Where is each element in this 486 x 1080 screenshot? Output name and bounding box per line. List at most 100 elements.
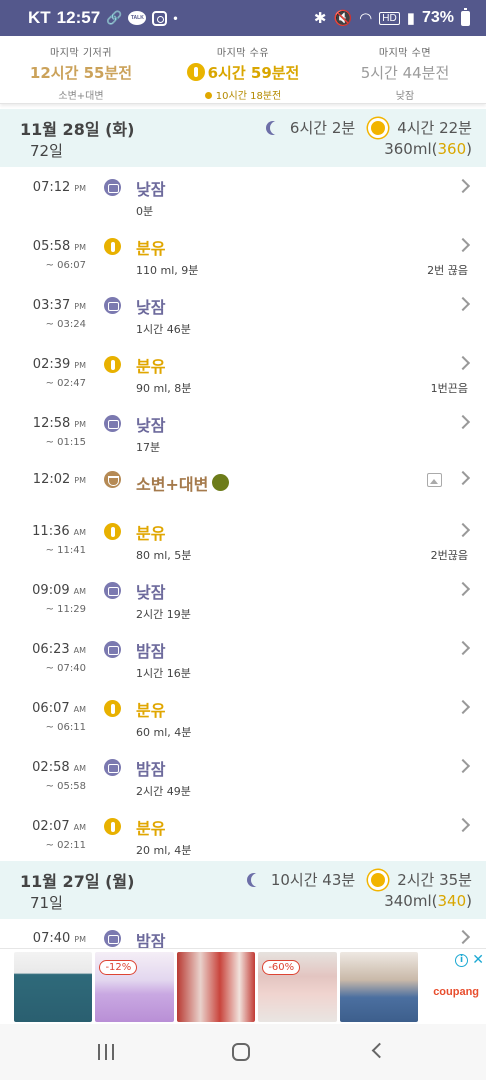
system-nav-bar	[0, 1024, 486, 1080]
start-time: 09:09	[32, 583, 70, 598]
end-time: ~ 02:11	[45, 840, 86, 851]
entry-detail: 2시간 19분	[136, 608, 191, 621]
start-time: 07:40	[32, 931, 71, 946]
end-time: ~ 06:11	[45, 722, 86, 733]
ampm: AM	[73, 646, 86, 655]
chevron-right-icon	[455, 817, 471, 833]
summary-feed-sub: 10시간 18분전	[215, 91, 282, 102]
end-time: ~ 01:15	[45, 437, 86, 448]
entry-note: 2번 끊음	[427, 264, 468, 277]
discount-badge: -12%	[99, 959, 138, 975]
chevron-right-icon	[455, 355, 471, 371]
entry-detail: 90 ml, 8분	[136, 382, 192, 395]
hd-icon: HD	[379, 11, 400, 25]
bottle-icon	[104, 700, 121, 717]
night-sleep-total: 6시간 2분	[289, 119, 356, 137]
instagram-icon	[152, 10, 168, 26]
end-time: ~ 11:29	[45, 604, 86, 615]
summary-sleep[interactable]: 마지막 수면 5시간 44분전 낮잠	[324, 36, 486, 103]
list-item[interactable]: 07:40 PM 밤잠	[0, 925, 486, 951]
entry-detail: 1시간 46분	[136, 323, 191, 336]
end-time: ~ 07:40	[45, 663, 86, 674]
entry-title: 밤잠	[136, 760, 166, 779]
list-item[interactable]: 02:39 PM ~ 02:47 분유 90 ml, 8분 1번끈음	[0, 347, 486, 406]
ad-product-image[interactable]	[339, 951, 419, 1022]
ampm: AM	[73, 764, 86, 773]
diaper-icon	[104, 471, 121, 488]
back-icon[interactable]	[371, 1042, 388, 1059]
ad-product-image[interactable]	[14, 951, 93, 1022]
day-sleep-summary: 10시간 43분 2시간 35분	[247, 869, 472, 890]
summary-sleep-value: 5시간 44분전	[360, 64, 450, 82]
day-sleep-total: 4시간 22분	[397, 119, 472, 137]
list-item[interactable]: 07:12 PM 낮잠 0분	[0, 170, 486, 229]
day-header: 11월 27일 (월) 71일 10시간 43분 2시간 35분 340ml(3…	[0, 861, 486, 919]
info-icon[interactable]: i	[455, 953, 469, 967]
bottle-icon	[104, 818, 121, 835]
day-ml-total: 340ml(340)	[384, 892, 472, 910]
sleep-icon	[104, 415, 121, 432]
ad-product-image[interactable]: -60%	[258, 951, 337, 1022]
list-item[interactable]: 09:09 AM ~ 11:29 낮잠 2시간 19분	[0, 573, 486, 632]
chevron-right-icon	[455, 237, 471, 253]
summary-sleep-label: 마지막 수면	[378, 48, 432, 59]
list-item[interactable]: 05:58 PM ~ 06:07 분유 110 ml, 9분 2번 끊음	[0, 229, 486, 288]
discount-badge: -60%	[262, 959, 301, 975]
start-time: 03:37	[32, 298, 71, 313]
entry-detail: 20 ml, 4분	[136, 844, 192, 857]
start-time: 02:58	[32, 760, 70, 775]
ampm: AM	[73, 705, 86, 714]
entry-detail: 60 ml, 4분	[136, 726, 192, 739]
end-time: ~ 03:24	[45, 319, 86, 330]
ampm: AM	[73, 823, 86, 832]
photo-icon[interactable]	[427, 473, 442, 487]
close-icon[interactable]: ✕	[472, 952, 484, 968]
bottle-icon	[104, 238, 121, 255]
moon-icon	[270, 121, 284, 135]
list-item[interactable]: 06:07 AM ~ 06:11 분유 60 ml, 4분	[0, 691, 486, 750]
start-time: 11:36	[32, 524, 70, 539]
summary-diaper[interactable]: 마지막 기저귀 12시간 55분전 소변+대변	[0, 36, 162, 103]
signal-icon: ▮	[406, 10, 415, 27]
list-item[interactable]: 02:07 AM ~ 02:11 분유 20 ml, 4분	[0, 809, 486, 868]
end-time: ~ 11:41	[45, 545, 86, 556]
sleep-icon	[104, 641, 121, 658]
ampm: PM	[74, 476, 86, 485]
start-time: 12:02	[32, 472, 71, 487]
list-item[interactable]: 02:58 AM ~ 05:58 밤잠 2시간 49분	[0, 750, 486, 809]
ampm: PM	[74, 935, 86, 944]
ad-product-image[interactable]	[176, 951, 256, 1022]
dot-icon	[204, 92, 212, 99]
start-time: 12:58	[32, 416, 71, 431]
summary-feed-value: 6시간 59분전	[207, 64, 300, 82]
summary-feed[interactable]: 마지막 수유 6시간 59분전 10시간 18분전	[162, 36, 324, 103]
list-item[interactable]: 12:58 PM ~ 01:15 낮잠 17분	[0, 406, 486, 465]
entry-detail: 0분	[136, 205, 154, 218]
bottle-icon	[186, 63, 205, 81]
ad-brand[interactable]: i ✕ coupang	[427, 952, 486, 1022]
list-item[interactable]: 11:36 AM ~ 11:41 분유 80 ml, 5분 2번끊음	[0, 514, 486, 573]
wifi-icon: ◠	[359, 10, 373, 27]
list-item[interactable]: 06:23 AM ~ 07:40 밤잠 1시간 16분	[0, 632, 486, 691]
list-item[interactable]: 03:37 PM ~ 03:24 낮잠 1시간 46분	[0, 288, 486, 347]
bottle-icon	[104, 523, 121, 540]
recents-icon[interactable]	[98, 1044, 116, 1060]
ampm: PM	[74, 184, 86, 193]
chevron-right-icon	[455, 522, 471, 538]
chevron-right-icon	[455, 470, 471, 486]
ml-total-paren: 360	[437, 140, 467, 158]
sun-icon	[371, 120, 386, 135]
ampm: PM	[74, 361, 86, 370]
summary-bar: 마지막 기저귀 12시간 55분전 소변+대변 마지막 수유 6시간 59분전 …	[0, 36, 486, 104]
ad-product-image[interactable]: -12%	[95, 951, 174, 1022]
carrier-label: KT	[28, 8, 51, 27]
entry-title: 분유	[136, 357, 166, 376]
chevron-right-icon	[455, 178, 471, 194]
moon-icon	[251, 873, 265, 887]
day-age: 71일	[30, 894, 63, 912]
link-icon: 🔗	[106, 10, 123, 25]
ad-banner[interactable]: -12% -60% i ✕ coupang	[0, 948, 486, 1024]
list-item[interactable]: 12:02 PM 소변+대변	[0, 462, 486, 521]
home-icon[interactable]	[232, 1043, 250, 1061]
ml-total: 360ml	[384, 140, 432, 158]
